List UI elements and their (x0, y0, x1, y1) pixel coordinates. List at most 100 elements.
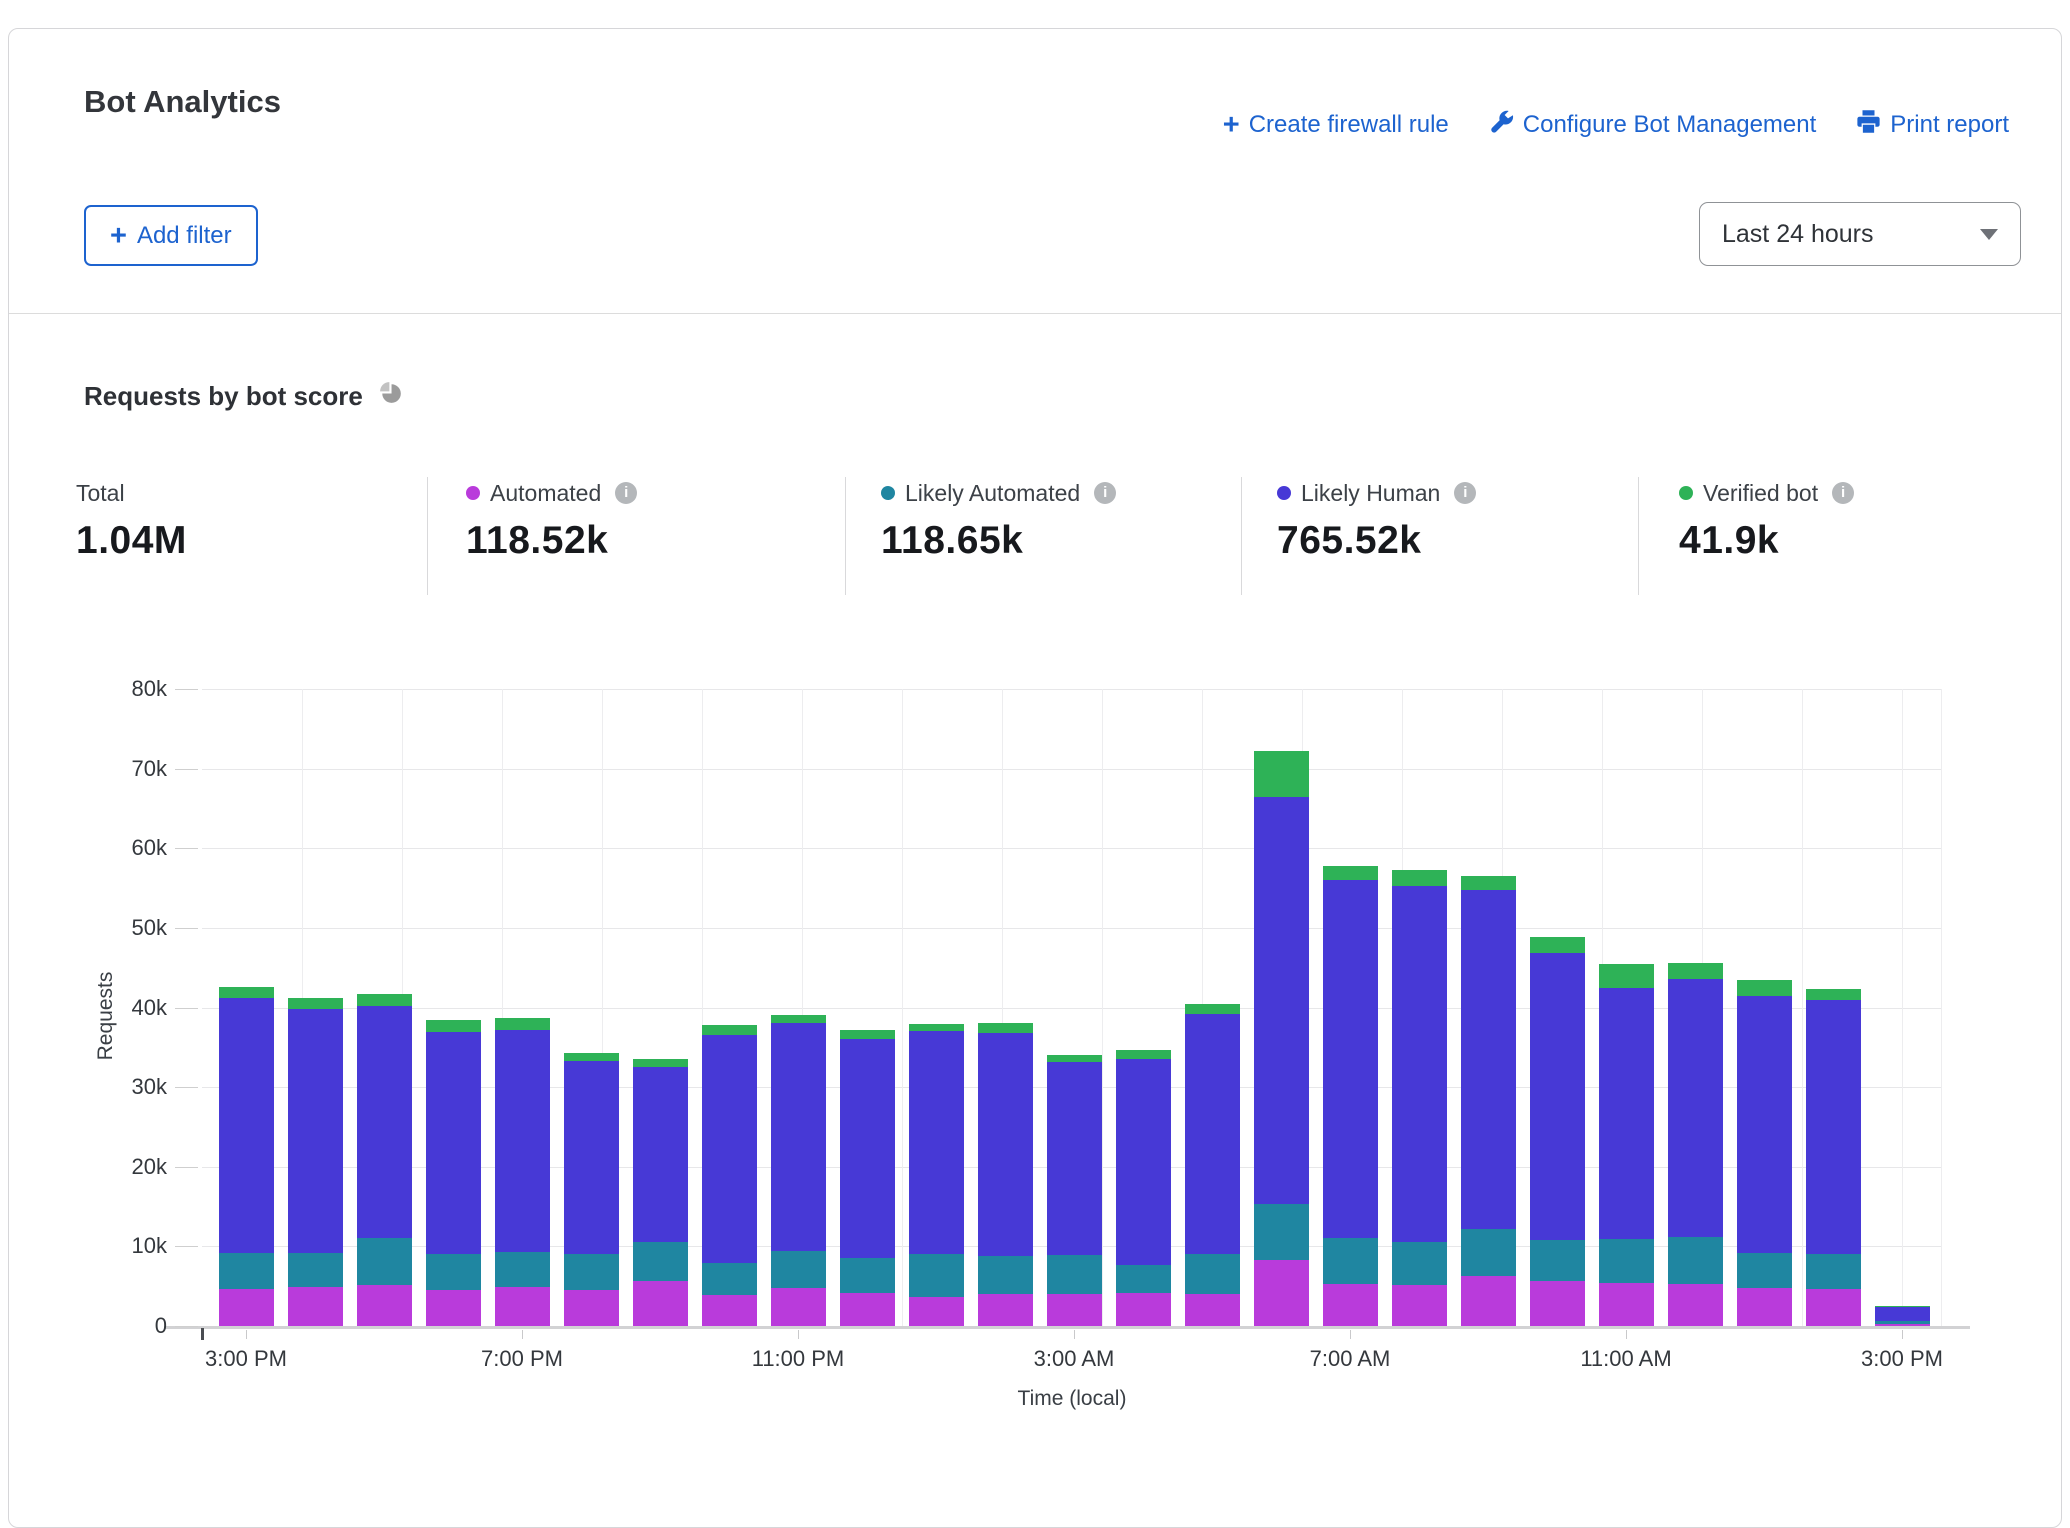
bar-segment-verified-bot (426, 1020, 481, 1032)
info-icon[interactable]: i (1832, 482, 1854, 504)
plus-icon: + (110, 224, 127, 248)
stacked-bar[interactable] (1323, 866, 1378, 1326)
y-tick-label: 0 (67, 1313, 167, 1339)
bar-segment-likely-human (633, 1067, 688, 1241)
bar-segment-automated (840, 1293, 895, 1326)
bar-segment-likely-human (1323, 880, 1378, 1238)
bar-segment-automated (633, 1281, 688, 1326)
page-title: Bot Analytics (84, 84, 281, 120)
print-report-link[interactable]: Print report (1856, 109, 2009, 141)
bar-segment-verified-bot (495, 1018, 550, 1030)
bar-segment-likely-human (1737, 996, 1792, 1252)
stat-likely-automated: Likely Automated i 118.65k (881, 479, 1116, 563)
bar-segment-likely-automated (1668, 1237, 1723, 1284)
bar-segment-likely-human (1875, 1307, 1930, 1321)
bar-segment-likely-automated (1461, 1229, 1516, 1276)
bar-segment-automated (1047, 1294, 1102, 1326)
stacked-bar[interactable] (1599, 964, 1654, 1326)
stat-divider (845, 477, 846, 595)
stacked-bar[interactable] (357, 994, 412, 1326)
stacked-bar[interactable] (1875, 1306, 1930, 1326)
stacked-bar[interactable] (564, 1053, 619, 1326)
requests-by-bot-score-chart: Requests Time (local) 010k20k30k40k50k60… (9, 649, 2070, 1423)
stacked-bar[interactable] (702, 1025, 757, 1326)
bar-segment-likely-automated (564, 1254, 619, 1290)
info-icon[interactable]: i (1454, 482, 1476, 504)
stacked-bar[interactable] (1806, 989, 1861, 1326)
y-tick (175, 769, 198, 770)
stacked-bar[interactable] (1185, 1004, 1240, 1326)
bar-segment-likely-human (702, 1035, 757, 1263)
stacked-bar[interactable] (1737, 980, 1792, 1326)
bar-segment-likely-human (1392, 886, 1447, 1243)
stacked-bar[interactable] (1047, 1054, 1102, 1326)
bar-segment-likely-human (1668, 979, 1723, 1237)
bar-segment-verified-bot (1116, 1050, 1171, 1060)
stacked-bar[interactable] (495, 1018, 550, 1326)
stat-divider (1241, 477, 1242, 595)
stat-likely-human: Likely Human i 765.52k (1277, 479, 1476, 563)
info-icon[interactable]: i (1094, 482, 1116, 504)
info-icon[interactable]: i (615, 482, 637, 504)
x-tick (522, 1330, 523, 1339)
stacked-bar[interactable] (219, 987, 274, 1326)
x-tick-label: 3:00 AM (989, 1346, 1159, 1372)
bar-segment-likely-automated (702, 1263, 757, 1295)
axis-origin-tick (201, 1328, 204, 1340)
bar-segment-likely-automated (495, 1252, 550, 1287)
bar-segment-automated (1461, 1276, 1516, 1326)
stat-likely-automated-label: Likely Automated (905, 480, 1080, 507)
x-tick (1350, 1330, 1351, 1339)
gridline (202, 848, 1942, 849)
bar-segment-verified-bot (1875, 1306, 1930, 1307)
configure-bot-management-link[interactable]: Configure Bot Management (1489, 109, 1817, 141)
bar-segment-likely-automated (633, 1242, 688, 1282)
stats-row: Total 1.04M Automated i 118.52k Likely A… (9, 479, 2070, 599)
bar-segment-likely-automated (219, 1253, 274, 1289)
x-tick (798, 1330, 799, 1339)
time-range-value: Last 24 hours (1722, 220, 1874, 249)
bar-segment-verified-bot (909, 1024, 964, 1030)
stacked-bar[interactable] (909, 1024, 964, 1326)
x-tick (1902, 1330, 1903, 1339)
stacked-bar[interactable] (771, 1015, 826, 1326)
stacked-bar[interactable] (1116, 1050, 1171, 1326)
stacked-bar[interactable] (1530, 937, 1585, 1326)
stacked-bar[interactable] (288, 998, 343, 1326)
bar-segment-likely-human (978, 1033, 1033, 1256)
bar-segment-likely-automated (426, 1254, 481, 1290)
stacked-bar[interactable] (978, 1023, 1033, 1326)
bar-segment-verified-bot (1668, 963, 1723, 979)
bar-segment-likely-human (1461, 890, 1516, 1228)
y-tick-label: 20k (67, 1154, 167, 1180)
stacked-bar[interactable] (1254, 751, 1309, 1326)
stat-automated-value: 118.52k (466, 519, 637, 563)
bar-segment-verified-bot (1392, 870, 1447, 886)
bar-segment-verified-bot (1737, 980, 1792, 996)
bar-segment-verified-bot (564, 1053, 619, 1061)
stacked-bar[interactable] (840, 1030, 895, 1326)
y-tick-label: 60k (67, 835, 167, 861)
add-filter-button[interactable]: + Add filter (84, 205, 258, 266)
bar-segment-verified-bot (357, 994, 412, 1006)
y-tick-label: 50k (67, 915, 167, 941)
bar-segment-verified-bot (702, 1025, 757, 1035)
time-range-select[interactable]: Last 24 hours (1699, 202, 2021, 266)
bar-segment-likely-automated (1185, 1254, 1240, 1294)
bar-segment-likely-automated (1392, 1242, 1447, 1284)
stacked-bar[interactable] (426, 1020, 481, 1326)
stacked-bar[interactable] (1461, 876, 1516, 1326)
bar-segment-likely-human (357, 1006, 412, 1239)
bar-segment-automated (357, 1285, 412, 1326)
bar-segment-automated (909, 1297, 964, 1326)
bar-segment-likely-human (909, 1031, 964, 1254)
bar-segment-automated (1392, 1285, 1447, 1326)
bar-segment-automated (702, 1295, 757, 1326)
x-tick-label: 11:00 AM (1541, 1346, 1711, 1372)
stacked-bar[interactable] (633, 1059, 688, 1326)
stacked-bar[interactable] (1668, 963, 1723, 1326)
bar-segment-automated (288, 1287, 343, 1326)
create-firewall-rule-link[interactable]: + Create firewall rule (1223, 111, 1449, 139)
bar-segment-likely-automated (1875, 1321, 1930, 1323)
stacked-bar[interactable] (1392, 870, 1447, 1326)
